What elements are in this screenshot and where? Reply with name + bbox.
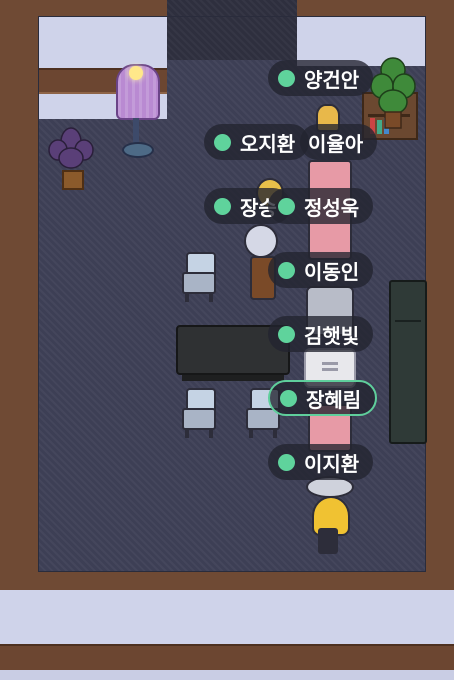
- wall-bottom-edge: [0, 670, 454, 680]
- online-status-icon: [278, 453, 295, 471]
- player-tag-active[interactable]: 장혜림: [268, 380, 378, 416]
- cabinet[interactable]: [389, 280, 427, 444]
- online-status-icon: [214, 133, 231, 151]
- online-status-icon: [214, 197, 231, 215]
- player-name: 이지환: [304, 451, 360, 476]
- player-name: 장혜림: [306, 387, 362, 412]
- player-name: 양건안: [304, 67, 360, 92]
- wall-bottom: [0, 590, 454, 644]
- player-tag[interactable]: 오지환: [204, 124, 310, 160]
- player-name: 이율아: [308, 131, 364, 156]
- chair[interactable]: [182, 388, 216, 438]
- lamp-bulb: [129, 66, 143, 80]
- plant-left[interactable]: [48, 124, 94, 174]
- player-name: 정성욱: [304, 195, 360, 220]
- player-tag[interactable]: 이율아: [300, 124, 378, 160]
- player-name: 이동인: [304, 259, 360, 284]
- plant-pot-left: [62, 170, 84, 190]
- player-tag[interactable]: 정성욱: [268, 188, 374, 224]
- player-tag[interactable]: 김햇빛: [268, 316, 374, 352]
- online-status-icon: [278, 197, 295, 215]
- player-name: 김햇빛: [304, 323, 360, 348]
- lamp-base: [122, 142, 154, 158]
- player-tag[interactable]: 양건안: [268, 60, 374, 96]
- online-status-icon: [278, 69, 295, 87]
- lamp-pole: [133, 118, 139, 144]
- chair[interactable]: [182, 252, 216, 302]
- avatar-grey-hood[interactable]: [244, 224, 278, 258]
- player-tag[interactable]: 이동인: [268, 252, 374, 288]
- online-status-icon: [280, 389, 297, 407]
- avatar-blonde-body[interactable]: [318, 528, 338, 554]
- online-status-icon: [278, 325, 295, 343]
- player-name: 오지환: [240, 131, 296, 156]
- plant-right[interactable]: [368, 56, 418, 130]
- player-tag[interactable]: 이지환: [268, 444, 374, 480]
- online-status-icon: [278, 261, 295, 279]
